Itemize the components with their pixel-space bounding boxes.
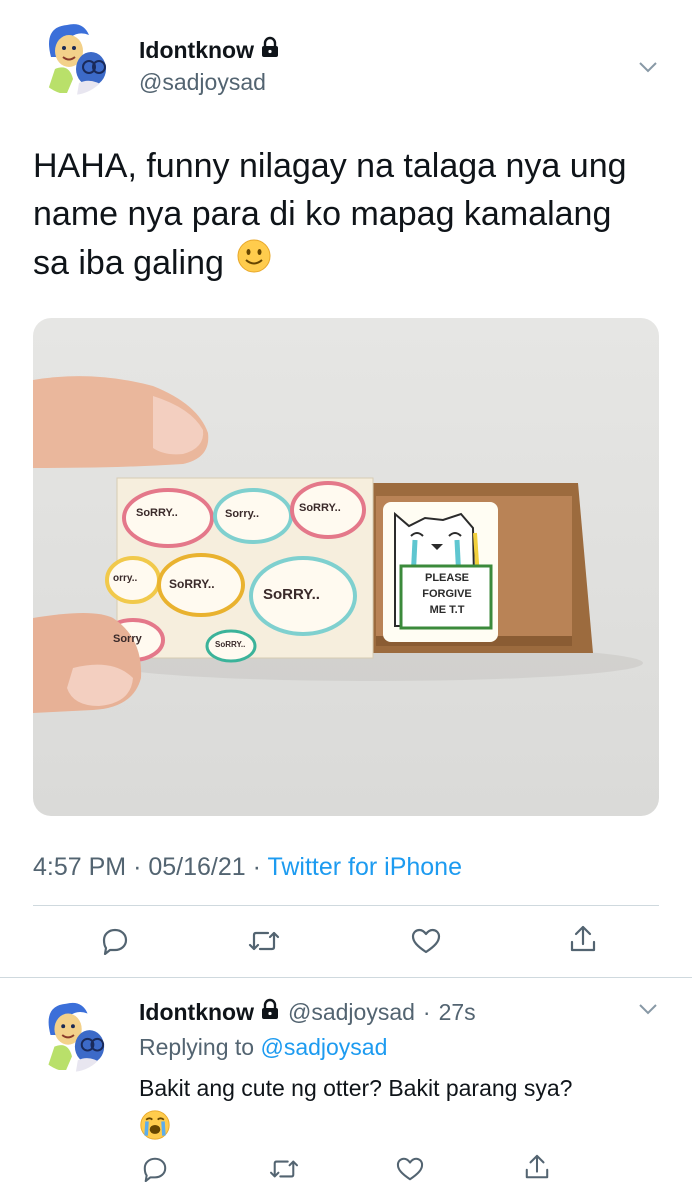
- bubble-6: SoRRY..: [263, 586, 320, 603]
- retweet-icon[interactable]: [268, 1153, 300, 1185]
- retweet-icon[interactable]: [248, 925, 280, 957]
- bubble-8: SoRRY..: [215, 640, 246, 649]
- bubble-2: Sorry..: [225, 508, 260, 520]
- reply-age[interactable]: 27s: [439, 999, 476, 1026]
- tweet-date[interactable]: 05/16/21: [148, 853, 245, 881]
- tweet-image[interactable]: SoRRY.. Sorry.. SoRRY.. orry.. SoRRY.. S…: [33, 318, 659, 816]
- tweet-source[interactable]: Twitter for iPhone: [267, 853, 462, 881]
- chevron-down-icon[interactable]: [637, 998, 659, 1020]
- avatar[interactable]: [33, 17, 111, 95]
- divider: [33, 905, 659, 906]
- replying-to: Replying to @sadjoysad: [139, 1034, 388, 1060]
- divider: [0, 977, 692, 978]
- tweet-time[interactable]: 4:57 PM: [33, 853, 126, 881]
- like-icon[interactable]: [394, 1153, 426, 1185]
- reply-text: Bakit ang cute ng otter? Bakit parang sy…: [139, 1075, 573, 1101]
- tweet-text: HAHA, funny nilagay na talaga nya ung na…: [33, 142, 673, 287]
- chevron-down-icon[interactable]: [637, 56, 659, 78]
- bubble-7: Sorry: [113, 633, 142, 645]
- bubble-3: SoRRY..: [299, 502, 341, 514]
- display-name[interactable]: Idontknow: [139, 37, 254, 64]
- lock-icon: [260, 36, 280, 64]
- crying-emoji: [139, 1109, 171, 1146]
- reply-icon[interactable]: [139, 1153, 171, 1185]
- bubble-1: SoRRY..: [136, 507, 178, 519]
- lock-icon: [260, 998, 280, 1026]
- bubble-5: SoRRY..: [169, 577, 215, 591]
- cat-sign: PLEASE FORGIVE ME T.T: [422, 572, 472, 616]
- reply-icon[interactable]: [99, 925, 131, 957]
- like-icon[interactable]: [410, 925, 442, 957]
- share-icon[interactable]: [567, 923, 599, 955]
- reply-avatar[interactable]: [33, 996, 109, 1072]
- reply-display-name[interactable]: Idontknow: [139, 999, 254, 1026]
- smile-emoji: [236, 238, 272, 287]
- tweet-meta: 4:57 PM · 05/16/21 · Twitter for iPhone: [33, 853, 462, 881]
- handle[interactable]: @sadjoysad: [139, 69, 266, 96]
- replying-to-link[interactable]: @sadjoysad: [260, 1034, 387, 1060]
- reply-handle[interactable]: @sadjoysad: [288, 999, 415, 1026]
- share-icon[interactable]: [521, 1151, 553, 1183]
- bubble-4: orry..: [113, 573, 138, 584]
